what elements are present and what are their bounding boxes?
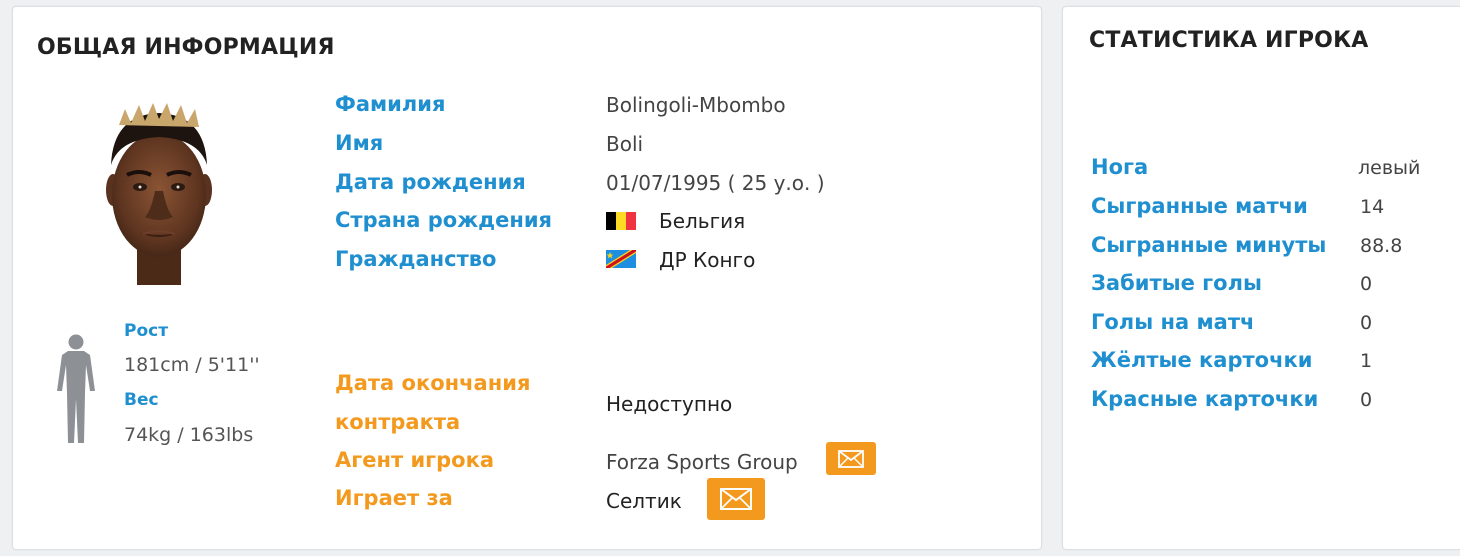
agent-value: Forza Sports Group (606, 450, 798, 474)
birth-country-value: Бельгия (659, 209, 746, 233)
name-label: Имя (335, 131, 384, 155)
dr-congo-flag-icon (606, 250, 636, 268)
club-value: Селтик (606, 489, 682, 513)
mail-icon (838, 449, 864, 468)
name-value: Boli (606, 132, 644, 156)
stat-label-matches: Сыгранные матчи (1091, 194, 1308, 218)
contract-end-value: Недоступно (606, 392, 733, 416)
citizenship-label: Гражданство (335, 247, 497, 271)
birthdate-value: 01/07/1995 ( 25 у.о. ) (606, 171, 825, 195)
height-value: 181cm / 5'11'' (124, 354, 260, 376)
stat-value-minutes: 88.8 (1360, 235, 1403, 257)
stat-label-yellow-cards: Жёлтые карточки (1091, 348, 1313, 372)
stat-label-red-cards: Красные карточки (1091, 387, 1319, 411)
stat-value-goals: 0 (1360, 273, 1373, 295)
player-photo (99, 95, 219, 285)
stat-value-goals-per-match: 0 (1360, 312, 1373, 334)
agent-label: Агент игрока (335, 448, 495, 472)
citizenship-value: ДР Конго (659, 248, 756, 272)
stat-value-foot: левый (1358, 157, 1421, 179)
stat-value-matches: 14 (1360, 196, 1385, 218)
club-label: Играет за (335, 486, 453, 510)
birth-country-label: Страна рождения (335, 208, 553, 232)
player-stats-panel: СТАТИСТИКА ИГРОКА Нога левый Сыгранные м… (1062, 6, 1460, 550)
mail-icon (720, 488, 752, 510)
weight-value: 74kg / 163lbs (124, 424, 254, 446)
stat-value-yellow-cards: 1 (1360, 350, 1373, 372)
belgium-flag-icon (606, 212, 636, 230)
stat-label-minutes: Сыгранные минуты (1091, 233, 1327, 257)
surname-label: Фамилия (335, 92, 446, 116)
weight-label: Вес (124, 390, 159, 410)
general-info-panel: ОБЩАЯ ИНФОРМАЦИЯ Рост 181cm / 5'11'' Вес… (12, 6, 1042, 550)
height-label: Рост (124, 321, 169, 341)
contract-end-label-line1: Дата окончания (335, 371, 531, 395)
stat-label-foot: Нога (1091, 155, 1149, 179)
club-mail-button[interactable] (707, 478, 765, 520)
birthdate-label: Дата рождения (335, 170, 526, 194)
agent-mail-button[interactable] (826, 442, 876, 475)
stat-label-goals: Забитые голы (1091, 271, 1262, 295)
stat-label-goals-per-match: Голы на матч (1091, 310, 1255, 334)
player-stats-title: СТАТИСТИКА ИГРОКА (1089, 28, 1369, 53)
contract-end-label-line2: контракта (335, 410, 461, 434)
body-silhouette-icon (55, 333, 97, 445)
general-info-title: ОБЩАЯ ИНФОРМАЦИЯ (37, 35, 335, 60)
surname-value: Bolingoli-Mbombo (606, 93, 786, 117)
stat-value-red-cards: 0 (1360, 389, 1373, 411)
